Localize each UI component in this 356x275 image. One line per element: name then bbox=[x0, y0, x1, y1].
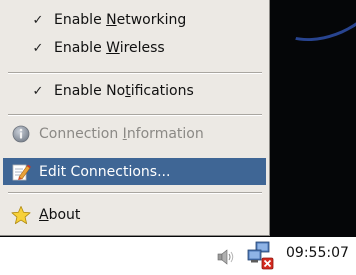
menu-item-connection-information[interactable]: Connection Information bbox=[3, 122, 266, 146]
menu-item-edit-connections[interactable]: Edit Connections... bbox=[3, 158, 266, 185]
menu-item-enable-notifications[interactable]: ✓ Enable Notifications bbox=[3, 79, 266, 103]
check-icon: ✓ bbox=[32, 83, 44, 99]
menu-item-label: About bbox=[39, 207, 81, 223]
menu-item-label: Connection Information bbox=[39, 126, 204, 142]
menu-separator bbox=[8, 72, 262, 74]
network-disconnected-icon[interactable] bbox=[246, 241, 274, 275]
check-icon: ✓ bbox=[32, 40, 44, 56]
network-manager-menu: ✓ Enable Networking ✓ Enable Wireless ✓ … bbox=[0, 0, 270, 236]
menu-item-label: Enable Wireless bbox=[54, 40, 165, 56]
check-icon: ✓ bbox=[32, 12, 44, 28]
edit-icon bbox=[11, 162, 31, 182]
menu-item-label: Edit Connections... bbox=[39, 163, 171, 180]
info-icon bbox=[11, 124, 31, 144]
system-tray: 09:55:07 bbox=[0, 237, 356, 275]
clock[interactable]: 09:55:07 bbox=[286, 245, 349, 261]
menu-separator bbox=[8, 192, 262, 194]
star-icon bbox=[11, 205, 31, 225]
menu-item-about[interactable]: About bbox=[3, 203, 266, 227]
menu-item-enable-networking[interactable]: ✓ Enable Networking bbox=[3, 8, 266, 32]
menu-item-label: Enable Notifications bbox=[54, 83, 194, 99]
menu-separator bbox=[8, 114, 262, 116]
menu-item-label: Enable Networking bbox=[54, 12, 187, 28]
speaker-icon[interactable] bbox=[216, 247, 236, 271]
menu-item-enable-wireless[interactable]: ✓ Enable Wireless bbox=[3, 36, 266, 60]
